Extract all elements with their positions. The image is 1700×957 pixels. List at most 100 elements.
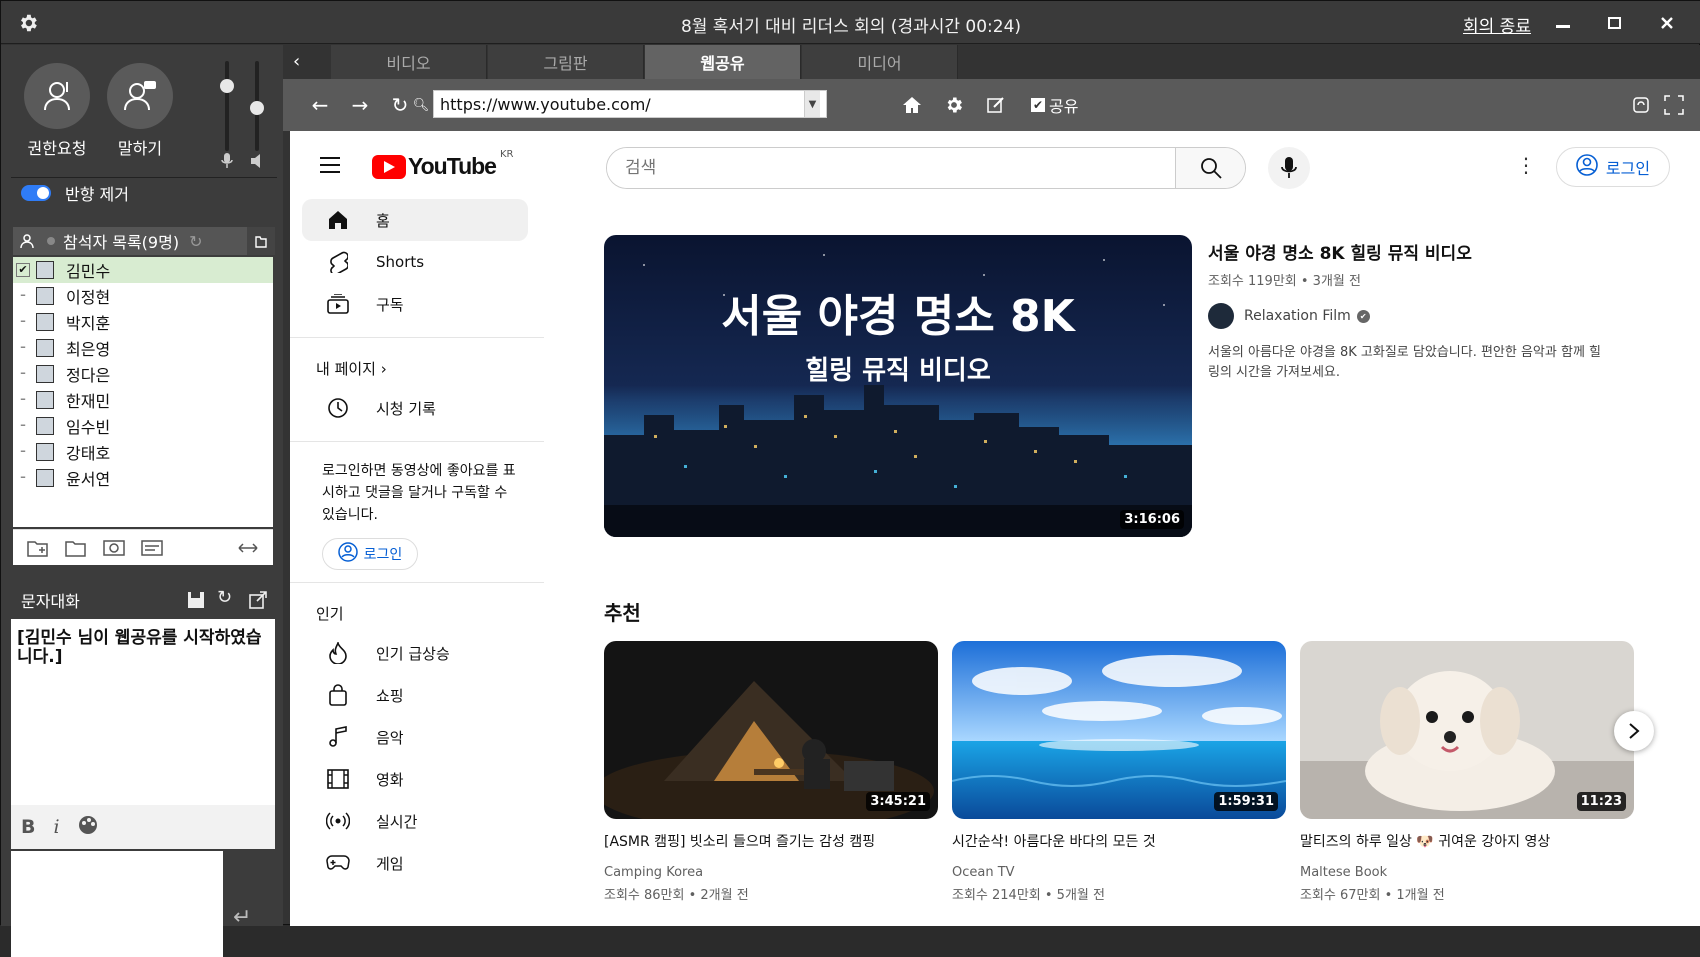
echo-cancel-switch[interactable] (21, 185, 51, 201)
divider (290, 582, 544, 583)
video-title[interactable]: [ASMR 캠핑] 빗소리 들으며 즐기는 감성 캠핑 (604, 831, 938, 851)
participant-row[interactable]: – 이정현 (13, 283, 273, 309)
end-meeting-button[interactable]: 회의 종료 (1463, 12, 1531, 37)
carousel-next-chevron-icon[interactable] (1614, 711, 1654, 751)
folder-tab-icon[interactable] (247, 227, 275, 255)
participant-row[interactable]: – 박지훈 (13, 309, 273, 335)
participant-row[interactable]: – 윤서연 (13, 465, 273, 491)
swap-arrows-icon[interactable] (235, 537, 261, 559)
channel-name[interactable]: Camping Korea (604, 865, 938, 880)
sync-icon[interactable] (1628, 92, 1654, 118)
sidebar-item-history[interactable]: 시청 기록 (302, 387, 528, 429)
video-thumbnail[interactable]: 3:45:21 (604, 641, 938, 819)
play-logo-icon (372, 154, 406, 179)
sidebar-item-live[interactable]: 실시간 (302, 800, 528, 842)
reload-icon[interactable]: ↻ (217, 587, 237, 608)
participant-row[interactable]: ✔ 김민수 (13, 257, 273, 283)
avatar-icon (36, 469, 54, 487)
featured-channel[interactable]: Relaxation Film ✔ (1208, 303, 1608, 329)
search-icon[interactable] (1175, 148, 1245, 188)
more-options-icon[interactable]: ⋮ (1516, 153, 1536, 177)
participant-row[interactable]: – 정다은 (13, 361, 273, 387)
my-page-link[interactable]: 내 페이지 › (290, 350, 544, 387)
sidebar-item-gaming[interactable]: 게임 (302, 842, 528, 884)
bold-button[interactable]: B (21, 816, 35, 838)
fullscreen-icon[interactable] (1661, 92, 1687, 118)
featured-video-thumbnail[interactable]: 서울 야경 명소 8K 힐링 뮤직 비디오 3:16:06 (604, 235, 1192, 537)
video-meta: 조회수 214만회 • 5개월 전 (952, 888, 1105, 903)
open-folder-icon[interactable] (63, 537, 89, 559)
sidebar-item-trending[interactable]: 인기 급상승 (302, 632, 528, 674)
sidebar-item-subscriptions[interactable]: 구독 (302, 283, 528, 325)
new-folder-icon[interactable] (25, 537, 51, 559)
trending-fire-icon (326, 641, 350, 665)
login-button[interactable]: 로그인 (1556, 147, 1670, 187)
share-checkbox[interactable]: ✔ 공유 (1031, 93, 1078, 117)
channel-name[interactable]: Maltese Book (1300, 865, 1634, 880)
speaker-volume-slider[interactable] (250, 61, 264, 151)
sidebar-item-home[interactable]: 홈 (302, 199, 528, 241)
sidebar-item-music[interactable]: 음악 (302, 716, 528, 758)
italic-button[interactable]: i (53, 816, 59, 838)
sidebar-item-shopping[interactable]: 쇼핑 (302, 674, 528, 716)
verified-check-icon: ✔ (1356, 309, 1370, 323)
tab-video[interactable]: 비디오 (331, 45, 487, 79)
featured-video-title[interactable]: 서울 야경 명소 8K 힐링 뮤직 비디오 (1208, 239, 1608, 264)
edit-icon[interactable] (983, 92, 1009, 118)
participant-row[interactable]: – 강태호 (13, 439, 273, 465)
close-icon[interactable] (1653, 9, 1681, 37)
checkbox-checked-icon[interactable]: ✔ (16, 263, 30, 277)
back-arrow-icon[interactable]: ← (307, 92, 333, 118)
home-icon[interactable] (899, 92, 925, 118)
settings-icon[interactable] (941, 92, 967, 118)
tab-web-share[interactable]: 웹공유 (645, 45, 801, 79)
chevron-left-icon[interactable]: ‹ (293, 51, 300, 72)
screenshot-icon[interactable] (101, 537, 127, 559)
tree-line-icon: – (20, 288, 26, 301)
sidebar-item-shorts[interactable]: Shorts (302, 241, 528, 283)
tab-drawing[interactable]: 그림판 (488, 45, 644, 79)
palette-icon[interactable] (78, 815, 98, 840)
url-bar[interactable]: ▼ (433, 90, 827, 118)
participant-row[interactable]: – 임수빈 (13, 413, 273, 439)
speak-button[interactable]: 말하기 (105, 63, 175, 159)
echo-cancel-toggle[interactable]: 반향 제거 (21, 181, 129, 205)
url-input[interactable] (434, 94, 804, 114)
channel-avatar[interactable] (1208, 303, 1234, 329)
video-meta: 조회수 67만회 • 1개월 전 (1300, 888, 1445, 903)
tab-media[interactable]: 미디어 (802, 45, 958, 79)
sidebar-login-button[interactable]: 로그인 (322, 538, 418, 570)
sidebar-item-movies[interactable]: 영화 (302, 758, 528, 800)
subscriptions-icon (326, 292, 350, 316)
mic-volume-slider[interactable] (220, 61, 234, 151)
search-input[interactable] (607, 148, 1175, 188)
popout-icon[interactable] (249, 591, 269, 611)
checkbox-checked-icon[interactable]: ✔ (1031, 98, 1045, 112)
request-permission-button[interactable]: 권한요청 (22, 63, 92, 159)
title-bar: 8월 혹서기 대비 리더스 회의 (경과시간 00:24) 회의 종료 (1, 1, 1700, 44)
refresh-icon[interactable]: ↻ (387, 92, 413, 118)
refresh-icon[interactable]: ↻ (189, 232, 202, 251)
save-icon[interactable] (187, 591, 207, 611)
video-title[interactable]: 말티즈의 하루 일상 🐶 귀여운 강아지 영상 (1300, 831, 1634, 851)
voice-search-mic-icon[interactable] (1268, 147, 1310, 189)
document-icon[interactable] (139, 537, 165, 559)
video-card[interactable]: 1:59:31 시간순삭! 아름다운 바다의 모든 것 Ocean TV 조회수… (952, 641, 1286, 903)
video-card[interactable]: 3:45:21 [ASMR 캠핑] 빗소리 들으며 즐기는 감성 캠핑 Camp… (604, 641, 938, 903)
forward-arrow-icon[interactable]: → (347, 92, 373, 118)
gamepad-icon (326, 851, 350, 875)
video-title[interactable]: 시간순삭! 아름다운 바다의 모든 것 (952, 831, 1286, 851)
youtube-logo[interactable]: YouTube KR (372, 149, 513, 180)
dropdown-arrow-icon[interactable]: ▼ (804, 91, 820, 117)
send-enter-icon[interactable]: ↵ (233, 905, 251, 930)
hamburger-menu-icon[interactable] (318, 153, 342, 177)
message-input[interactable] (11, 851, 223, 957)
video-thumbnail[interactable]: 11:23 (1300, 641, 1634, 819)
channel-name[interactable]: Ocean TV (952, 865, 1286, 880)
maximize-icon[interactable] (1601, 9, 1629, 37)
participant-row[interactable]: – 한재민 (13, 387, 273, 413)
minimize-icon[interactable] (1549, 9, 1577, 37)
participant-row[interactable]: – 최은영 (13, 335, 273, 361)
video-thumbnail[interactable]: 1:59:31 (952, 641, 1286, 819)
video-card[interactable]: 11:23 말티즈의 하루 일상 🐶 귀여운 강아지 영상 Maltese Bo… (1300, 641, 1634, 903)
